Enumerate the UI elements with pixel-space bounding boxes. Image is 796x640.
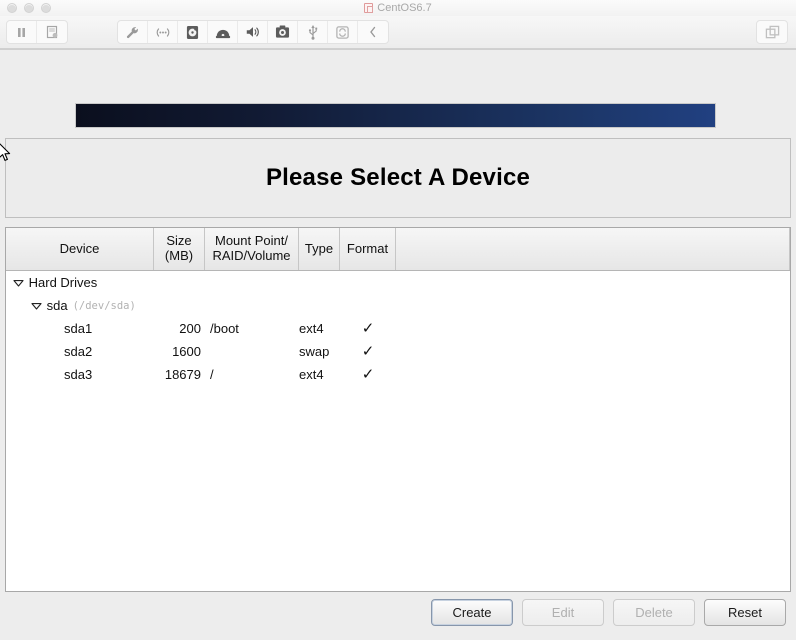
vm-device-group <box>117 20 389 44</box>
window-title: CentOS6.7 <box>377 2 432 14</box>
sync-button[interactable] <box>328 21 358 43</box>
column-header-type[interactable]: Type <box>299 228 340 270</box>
harddisk-button[interactable] <box>178 21 208 43</box>
vm-toolbar <box>0 16 796 49</box>
cdrom-button[interactable] <box>208 21 238 43</box>
vm-titlebar: CentOS6.7 <box>0 0 796 16</box>
windows-stack-icon <box>765 25 779 38</box>
close-button[interactable] <box>7 3 17 13</box>
cell-device: sda (/dev/sda) <box>6 298 154 313</box>
pause-button[interactable] <box>7 21 37 43</box>
device-name: sda3 <box>64 367 93 382</box>
chevron-left-icon <box>370 26 376 38</box>
cell-format: ✓ <box>361 320 375 337</box>
page-title-panel: Please Select A Device <box>5 138 791 218</box>
vm-view-group <box>756 20 788 44</box>
sound-button[interactable] <box>238 21 268 43</box>
table-row[interactable]: sda (/dev/sda) <box>6 294 790 317</box>
table-row[interactable]: sda1 200/boot ext4 ✓ <box>6 317 790 340</box>
column-header-format[interactable]: Format <box>340 228 396 270</box>
device-name: sda1 <box>64 321 93 336</box>
cell-device: sda1 <box>6 321 154 336</box>
table-row[interactable]: sda2 1600 swap ✓ <box>6 340 790 363</box>
cell-format: ✓ <box>361 343 375 360</box>
edit-button[interactable]: Edit <box>522 599 604 626</box>
hard-disk-icon <box>186 25 199 39</box>
column-header-filler <box>396 228 790 270</box>
usb-icon <box>308 25 317 40</box>
device-name: Hard Drives <box>28 275 98 290</box>
vm-app-icon <box>364 3 374 13</box>
column-header-size-line1: Size <box>166 233 192 249</box>
cell-mountpoint: /boot <box>210 321 239 336</box>
column-header-mountpoint[interactable]: Mount Point/ RAID/Volume <box>205 228 299 270</box>
cell-size: 200 <box>179 321 201 336</box>
expander-triangle-icon <box>12 279 24 287</box>
cell-device: sda3 <box>6 367 154 382</box>
partition-action-bar: Create Edit Delete Reset <box>0 595 796 630</box>
device-table[interactable]: Device Size (MB) Mount Point/ RAID/Volum… <box>5 227 791 592</box>
cell-type: ext4 <box>299 367 324 382</box>
cell-format: ✓ <box>361 366 375 383</box>
vm-power-group <box>6 20 68 44</box>
expander-triangle-icon <box>30 302 42 310</box>
device-name: sda <box>46 298 68 313</box>
speaker-icon <box>246 27 259 37</box>
window-title-group: CentOS6.7 <box>0 2 796 14</box>
device-table-header: Device Size (MB) Mount Point/ RAID/Volum… <box>6 228 790 271</box>
column-header-device[interactable]: Device <box>6 228 154 270</box>
device-table-body: Hard Drives sda (/dev/sda) sda1 200/boot ext… <box>6 271 790 386</box>
camera-button[interactable] <box>268 21 298 43</box>
network-icon <box>156 27 169 37</box>
unity-view-button[interactable] <box>757 21 787 43</box>
create-button[interactable]: Create <box>431 599 513 626</box>
row-expander[interactable] <box>11 279 25 287</box>
zoom-button[interactable] <box>41 3 51 13</box>
cell-size: 18679 <box>164 367 201 382</box>
cell-device: Hard Drives <box>6 275 154 290</box>
device-name: sda2 <box>64 344 93 359</box>
camera-icon <box>275 25 290 38</box>
snapshot-icon <box>46 25 58 39</box>
column-header-mountpoint-line1: Mount Point/ <box>214 233 288 249</box>
window-controls <box>0 3 51 13</box>
table-row[interactable]: sda3 18679 / ext4 ✓ <box>6 363 790 386</box>
page-title: Please Select A Device <box>265 164 531 191</box>
snapshot-button[interactable] <box>37 21 67 43</box>
cell-mountpoint: / <box>210 367 214 382</box>
network-button[interactable] <box>148 21 178 43</box>
guest-screen: Please Select A Device Device Size (MB) … <box>0 49 796 640</box>
delete-button[interactable]: Delete <box>613 599 695 626</box>
anaconda-banner <box>75 103 716 128</box>
cell-size: 1600 <box>172 344 201 359</box>
cell-device: sda2 <box>6 344 154 359</box>
collapse-button[interactable] <box>358 21 388 43</box>
device-path: (/dev/sda) <box>72 299 136 312</box>
pause-icon <box>18 27 25 37</box>
column-header-size-line2: (MB) <box>164 248 194 263</box>
sync-icon <box>336 25 349 39</box>
column-header-size[interactable]: Size (MB) <box>154 228 205 270</box>
row-expander[interactable] <box>29 302 43 310</box>
cd-drive-icon <box>215 29 230 38</box>
cell-type: ext4 <box>299 321 324 336</box>
settings-button[interactable] <box>118 21 148 43</box>
reset-button[interactable]: Reset <box>704 599 786 626</box>
table-row[interactable]: Hard Drives <box>6 271 790 294</box>
minimize-button[interactable] <box>24 3 34 13</box>
cell-type: swap <box>299 344 330 359</box>
column-header-mountpoint-line2: RAID/Volume <box>212 248 291 263</box>
usb-button[interactable] <box>298 21 328 43</box>
wrench-icon <box>126 26 138 38</box>
